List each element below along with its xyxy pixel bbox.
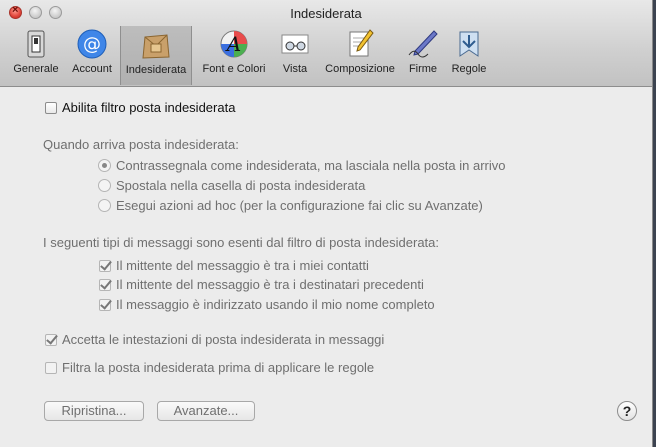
toolbar-label: Vista (282, 63, 308, 75)
checkbox-box[interactable] (99, 260, 111, 272)
radio-mark-as-junk[interactable]: Contrassegnala come indesiderata, ma las… (98, 158, 506, 173)
toolbar-label: Font e Colori (202, 63, 266, 75)
exempt-previous-recipients-checkbox[interactable]: Il mittente del messaggio è tra i destin… (99, 277, 424, 292)
radio-button[interactable] (98, 179, 111, 192)
radio-label: Spostala nella casella di posta indeside… (116, 178, 366, 193)
toolbar-item-indesiderata[interactable]: Indesiderata (120, 26, 192, 85)
checkbox-label: Il mittente del messaggio è tra i miei c… (116, 258, 369, 273)
toolbar-label: Account (72, 63, 112, 75)
svg-text:A: A (225, 32, 241, 56)
junk-mail-icon (142, 34, 170, 59)
reset-button[interactable]: Ripristina... (44, 401, 144, 421)
enable-junk-filter-checkbox[interactable]: Abilita filtro posta indesiderata (45, 100, 235, 115)
window-title: Indesiderata (290, 6, 362, 21)
font-colors-icon: A (220, 30, 248, 58)
filter-before-rules-checkbox[interactable]: Filtra la posta indesiderata prima di ap… (45, 360, 374, 375)
advanced-button[interactable]: Avanzate... (157, 401, 255, 421)
checkbox-box[interactable] (99, 279, 111, 291)
checkbox-box[interactable] (99, 299, 111, 311)
radio-button[interactable] (98, 159, 111, 172)
checkbox-label: Il messaggio è indirizzato usando il mio… (116, 297, 435, 312)
glasses-icon (281, 34, 309, 54)
rules-icon (459, 31, 479, 57)
toolbar-item-vista[interactable]: Vista (276, 28, 314, 80)
radio-label: Esegui azioni ad hoc (per la configurazi… (116, 198, 483, 213)
toolbar-item-generale[interactable]: Generale (9, 28, 63, 80)
switch-icon (27, 30, 45, 58)
radio-label: Contrassegnala come indesiderata, ma las… (116, 158, 506, 173)
signature-pen-icon (408, 30, 438, 58)
toolbar-label: Indesiderata (125, 64, 187, 76)
exempt-full-name-checkbox[interactable]: Il messaggio è indirizzato usando il mio… (99, 297, 435, 312)
toolbar-label: Firme (408, 63, 438, 75)
toolbar-item-firme[interactable]: Firme (405, 28, 441, 80)
help-button[interactable]: ? (617, 401, 637, 421)
svg-text:@: @ (83, 34, 101, 55)
checkbox-box[interactable] (45, 334, 57, 346)
checkbox-box[interactable] (45, 362, 57, 374)
toolbar-label: Generale (13, 63, 59, 75)
compose-pencil-icon (349, 29, 374, 57)
radio-move-to-junk[interactable]: Spostala nella casella di posta indeside… (98, 178, 365, 193)
checkbox-label: Filtra la posta indesiderata prima di ap… (62, 360, 375, 375)
checkbox-label: Accetta le intestazioni di posta indesid… (62, 332, 385, 347)
preferences-window: Indesiderata Generale @ Account (0, 0, 653, 447)
radio-button[interactable] (98, 199, 111, 212)
toolbar-item-font-colori[interactable]: A Font e Colori (196, 28, 272, 80)
toolbar-item-regole[interactable]: Regole (447, 28, 491, 80)
exempt-label: I seguenti tipi di messaggi sono esenti … (43, 235, 440, 250)
when-arrives-label: Quando arriva posta indesiderata: (43, 137, 239, 152)
checkbox-label: Abilita filtro posta indesiderata (62, 100, 236, 115)
checkbox-label: Il mittente del messaggio è tra i destin… (116, 277, 424, 292)
checkbox-box[interactable] (45, 102, 57, 114)
radio-custom-actions[interactable]: Esegui azioni ad hoc (per la configurazi… (98, 198, 483, 213)
toolbar-item-composizione[interactable]: Composizione (319, 28, 401, 80)
at-sign-icon: @ (77, 29, 107, 59)
trust-junk-headers-checkbox[interactable]: Accetta le intestazioni di posta indesid… (45, 332, 384, 347)
toolbar-label: Composizione (325, 63, 395, 75)
title-bar: Indesiderata Generale @ Account (0, 0, 652, 87)
exempt-contacts-checkbox[interactable]: Il mittente del messaggio è tra i miei c… (99, 258, 369, 273)
toolbar-label: Regole (451, 63, 487, 75)
toolbar-item-account[interactable]: @ Account (67, 28, 117, 80)
